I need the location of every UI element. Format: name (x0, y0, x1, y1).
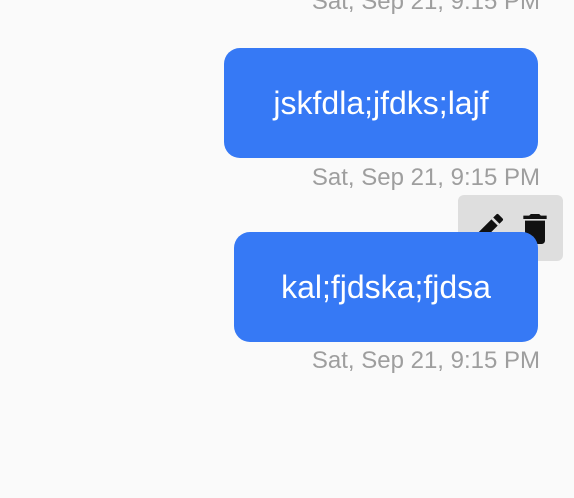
message-timestamp: Sat, Sep 21, 9:15 PM (311, 347, 540, 374)
message-timestamp: Sat, Sep 21, 9:15 PM (311, 164, 540, 191)
message-bubble[interactable]: jskfdla;jfdks;lajf (224, 48, 538, 158)
message-timestamp: Sat, Sep 21, 9:15 PM (311, 0, 540, 15)
message-bubble[interactable]: kal;fjdska;fjdsa (234, 232, 538, 342)
